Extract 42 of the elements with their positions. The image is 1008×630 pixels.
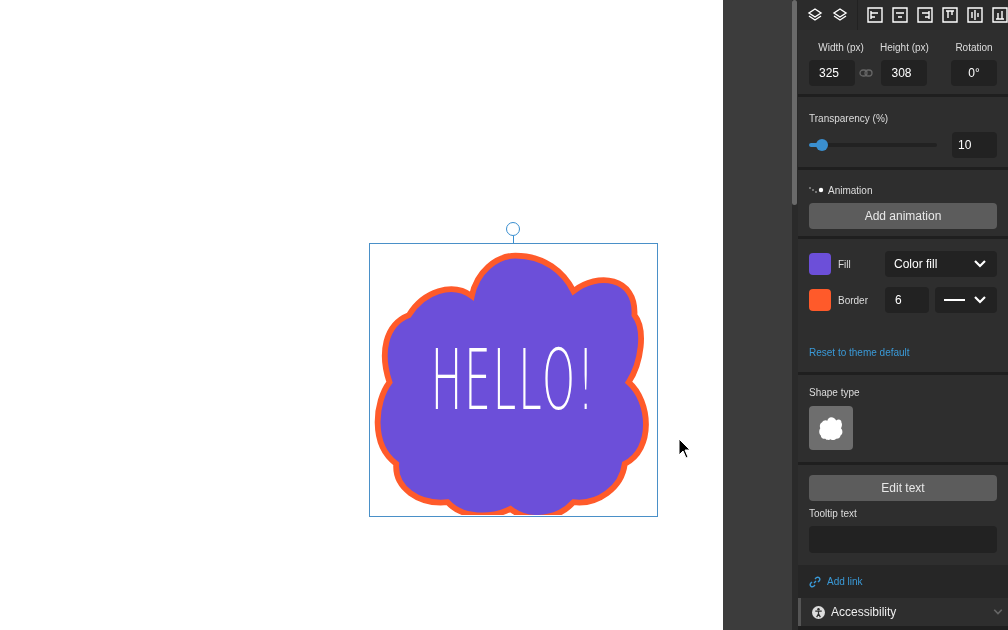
align-bottom-icon[interactable] [992, 7, 1008, 23]
layers-icon[interactable] [832, 7, 848, 23]
add-animation-button[interactable]: Add animation [809, 203, 997, 229]
align-center-icon[interactable] [892, 7, 908, 23]
line-style-icon [944, 299, 965, 301]
rotation-handle[interactable] [506, 222, 520, 236]
align-left-icon[interactable] [867, 7, 883, 23]
scrollbar-thumb[interactable] [792, 0, 798, 205]
color-swatch[interactable] [809, 253, 831, 275]
line-style-dropdown[interactable] [935, 287, 997, 313]
link-icon [809, 575, 821, 588]
link-icon[interactable] [859, 69, 873, 77]
field-label: Fill [838, 257, 852, 272]
color-swatch[interactable] [809, 289, 831, 311]
number-field[interactable]: 0° [951, 60, 997, 86]
align-right-icon[interactable] [917, 7, 933, 23]
mouse-cursor-icon [678, 438, 692, 460]
number-field[interactable]: 308 [881, 60, 928, 86]
field-label: Rotation [955, 41, 993, 55]
number-field[interactable]: 10 [952, 132, 997, 158]
fill-type-dropdown[interactable]: Color fill [885, 251, 997, 277]
field-label: Border [838, 293, 869, 308]
cloud-icon [819, 416, 843, 440]
field-label: Height (px) [880, 41, 929, 55]
shape-type-button[interactable] [809, 406, 853, 450]
align-top-icon[interactable] [942, 7, 958, 23]
slider-thumb[interactable] [815, 139, 828, 151]
add-link[interactable]: Add link [827, 574, 863, 589]
section-title: Shape type [809, 386, 861, 400]
number-field[interactable]: 325 [809, 60, 855, 86]
accessibility-icon [812, 605, 825, 619]
shape-text: HELLO! [430, 338, 597, 422]
edit-text-button[interactable]: Edit text [809, 475, 997, 501]
layers-icon[interactable] [807, 7, 823, 23]
section-title: Animation [828, 184, 873, 198]
reset-link[interactable]: Reset to theme default [809, 345, 997, 360]
field-label: Transparency (%) [809, 112, 890, 126]
motion-path-icon [809, 186, 824, 195]
align-middle-icon[interactable] [967, 7, 983, 23]
border-width-field[interactable]: 6 [885, 287, 929, 313]
field-label: Tooltip text [809, 507, 858, 521]
field-label: Width (px) [818, 41, 864, 55]
